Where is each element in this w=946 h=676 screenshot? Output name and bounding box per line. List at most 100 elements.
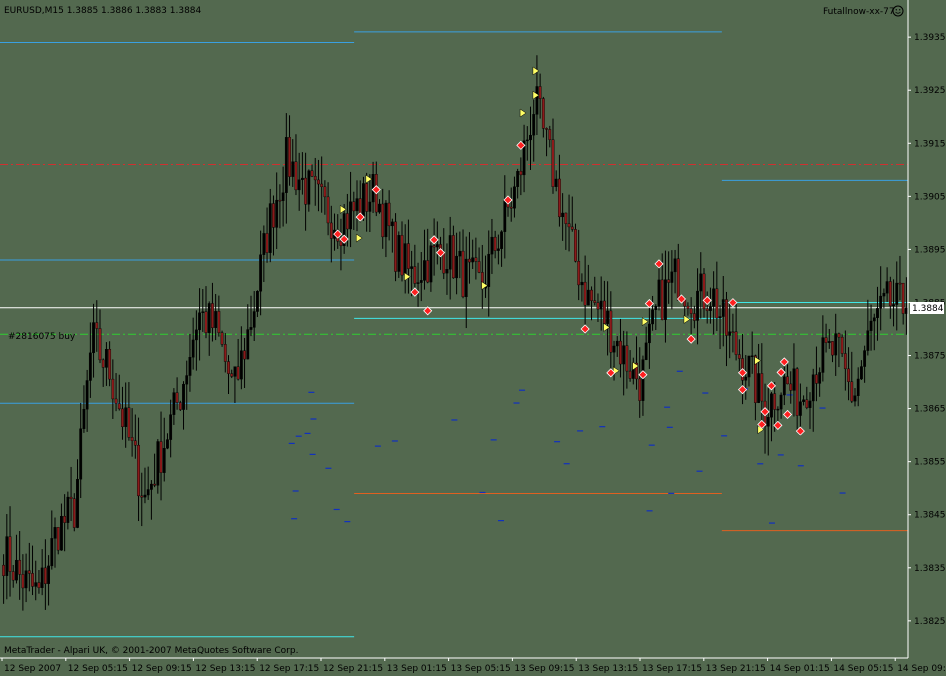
candle-body (60, 515, 63, 551)
candle-body (416, 282, 420, 284)
candle-body (185, 375, 189, 385)
candle-body (140, 495, 144, 498)
candle-body (895, 282, 899, 305)
candle-body (490, 236, 494, 255)
candle-body (664, 279, 667, 320)
x-tick-label: 13 Sep 17:15 (642, 664, 702, 674)
candle-body (892, 304, 895, 307)
candle-body (667, 279, 671, 283)
candle-body (590, 289, 593, 301)
x-tick-label: 13 Sep 05:15 (451, 664, 511, 674)
y-tick-label: 1.3875 (914, 352, 946, 362)
y-tick-label: 1.3835 (914, 564, 946, 574)
candle-body (725, 299, 728, 336)
candle-body (21, 574, 25, 589)
candle-body (355, 198, 359, 212)
candle-body (705, 308, 709, 311)
candle-body (72, 498, 76, 528)
candle-body (792, 368, 796, 391)
candle-body (609, 310, 613, 353)
candle-body (718, 316, 722, 319)
x-tick-label: 14 Sep 05:15 (833, 664, 893, 674)
candle-body (860, 366, 863, 380)
candle-body (458, 250, 462, 257)
x-tick-label: 13 Sep 21:15 (706, 664, 766, 674)
x-tick-label: 13 Sep 09:15 (514, 664, 574, 674)
y-tick-label: 1.3895 (914, 245, 946, 255)
candle-body (599, 300, 603, 310)
candle-body (577, 260, 581, 286)
y-tick-label: 1.3825 (914, 617, 946, 627)
x-tick-label: 12 Sep 13:15 (195, 664, 255, 674)
plot-area[interactable] (0, 0, 946, 676)
candle-body (702, 273, 706, 310)
candle-body (368, 201, 372, 212)
candle-body (808, 400, 812, 408)
candle-body (214, 311, 218, 328)
candle-body (53, 527, 57, 539)
candle-body (413, 266, 417, 284)
x-tick-label: 12 Sep 2007 (4, 664, 61, 674)
candle-body (487, 253, 491, 287)
candle-body (580, 281, 584, 286)
candle-body (47, 565, 50, 584)
price-chart[interactable]: 1.39351.39251.39151.39051.38951.38851.38… (0, 0, 946, 676)
candle-body (191, 339, 195, 358)
candle-body (477, 261, 481, 273)
candle-body (538, 86, 542, 99)
candle-body (731, 331, 735, 333)
candle-body (496, 248, 500, 251)
candle-body (770, 393, 773, 418)
candle-body (647, 323, 651, 344)
candle-body (8, 536, 12, 572)
candle-body (166, 439, 169, 449)
candle-body (586, 289, 590, 306)
candle-body (509, 206, 513, 209)
candle-body (172, 392, 176, 415)
candle-body (869, 320, 873, 331)
candle-body (407, 243, 410, 269)
candle-body (5, 536, 9, 576)
candle-body (137, 444, 140, 497)
candle-body (471, 257, 475, 263)
candle-body (400, 235, 404, 276)
candle-body (815, 374, 818, 384)
candle-body (432, 245, 436, 248)
candle-body (802, 399, 805, 402)
candle-body (651, 309, 654, 325)
candle-body (117, 403, 121, 410)
candle-body (243, 350, 246, 360)
candle-body (426, 260, 430, 283)
candle-body (159, 441, 163, 473)
candle-body (474, 257, 478, 262)
candle-body (570, 226, 574, 230)
candle-body (18, 559, 22, 575)
candle-body (259, 254, 263, 292)
candle-body (149, 483, 153, 490)
candle-body (85, 380, 89, 410)
candle-body (304, 177, 308, 205)
candle-body (329, 222, 333, 239)
candle-body (188, 357, 192, 376)
order-label: #2816075 buy (8, 332, 76, 342)
y-tick-label: 1.3845 (914, 511, 946, 521)
candle-body (513, 186, 516, 209)
candle-body (362, 183, 365, 218)
candle-body (583, 281, 587, 306)
candle-body (638, 378, 642, 401)
candle-body (204, 311, 208, 333)
candle-body (657, 279, 661, 307)
indicator-name: Futallnow-xx-77 (823, 7, 895, 17)
candle-body (882, 292, 886, 297)
candle-body (786, 376, 789, 385)
x-tick-label: 12 Sep 09:15 (132, 664, 192, 674)
candle-body (837, 333, 841, 338)
candle-body (451, 235, 455, 279)
candle-body (876, 308, 879, 318)
x-tick-label: 13 Sep 13:15 (578, 664, 638, 674)
candle-body (2, 564, 6, 576)
candle-body (178, 402, 182, 410)
candle-body (82, 408, 86, 429)
candle-body (641, 359, 645, 401)
candle-body (670, 271, 674, 283)
